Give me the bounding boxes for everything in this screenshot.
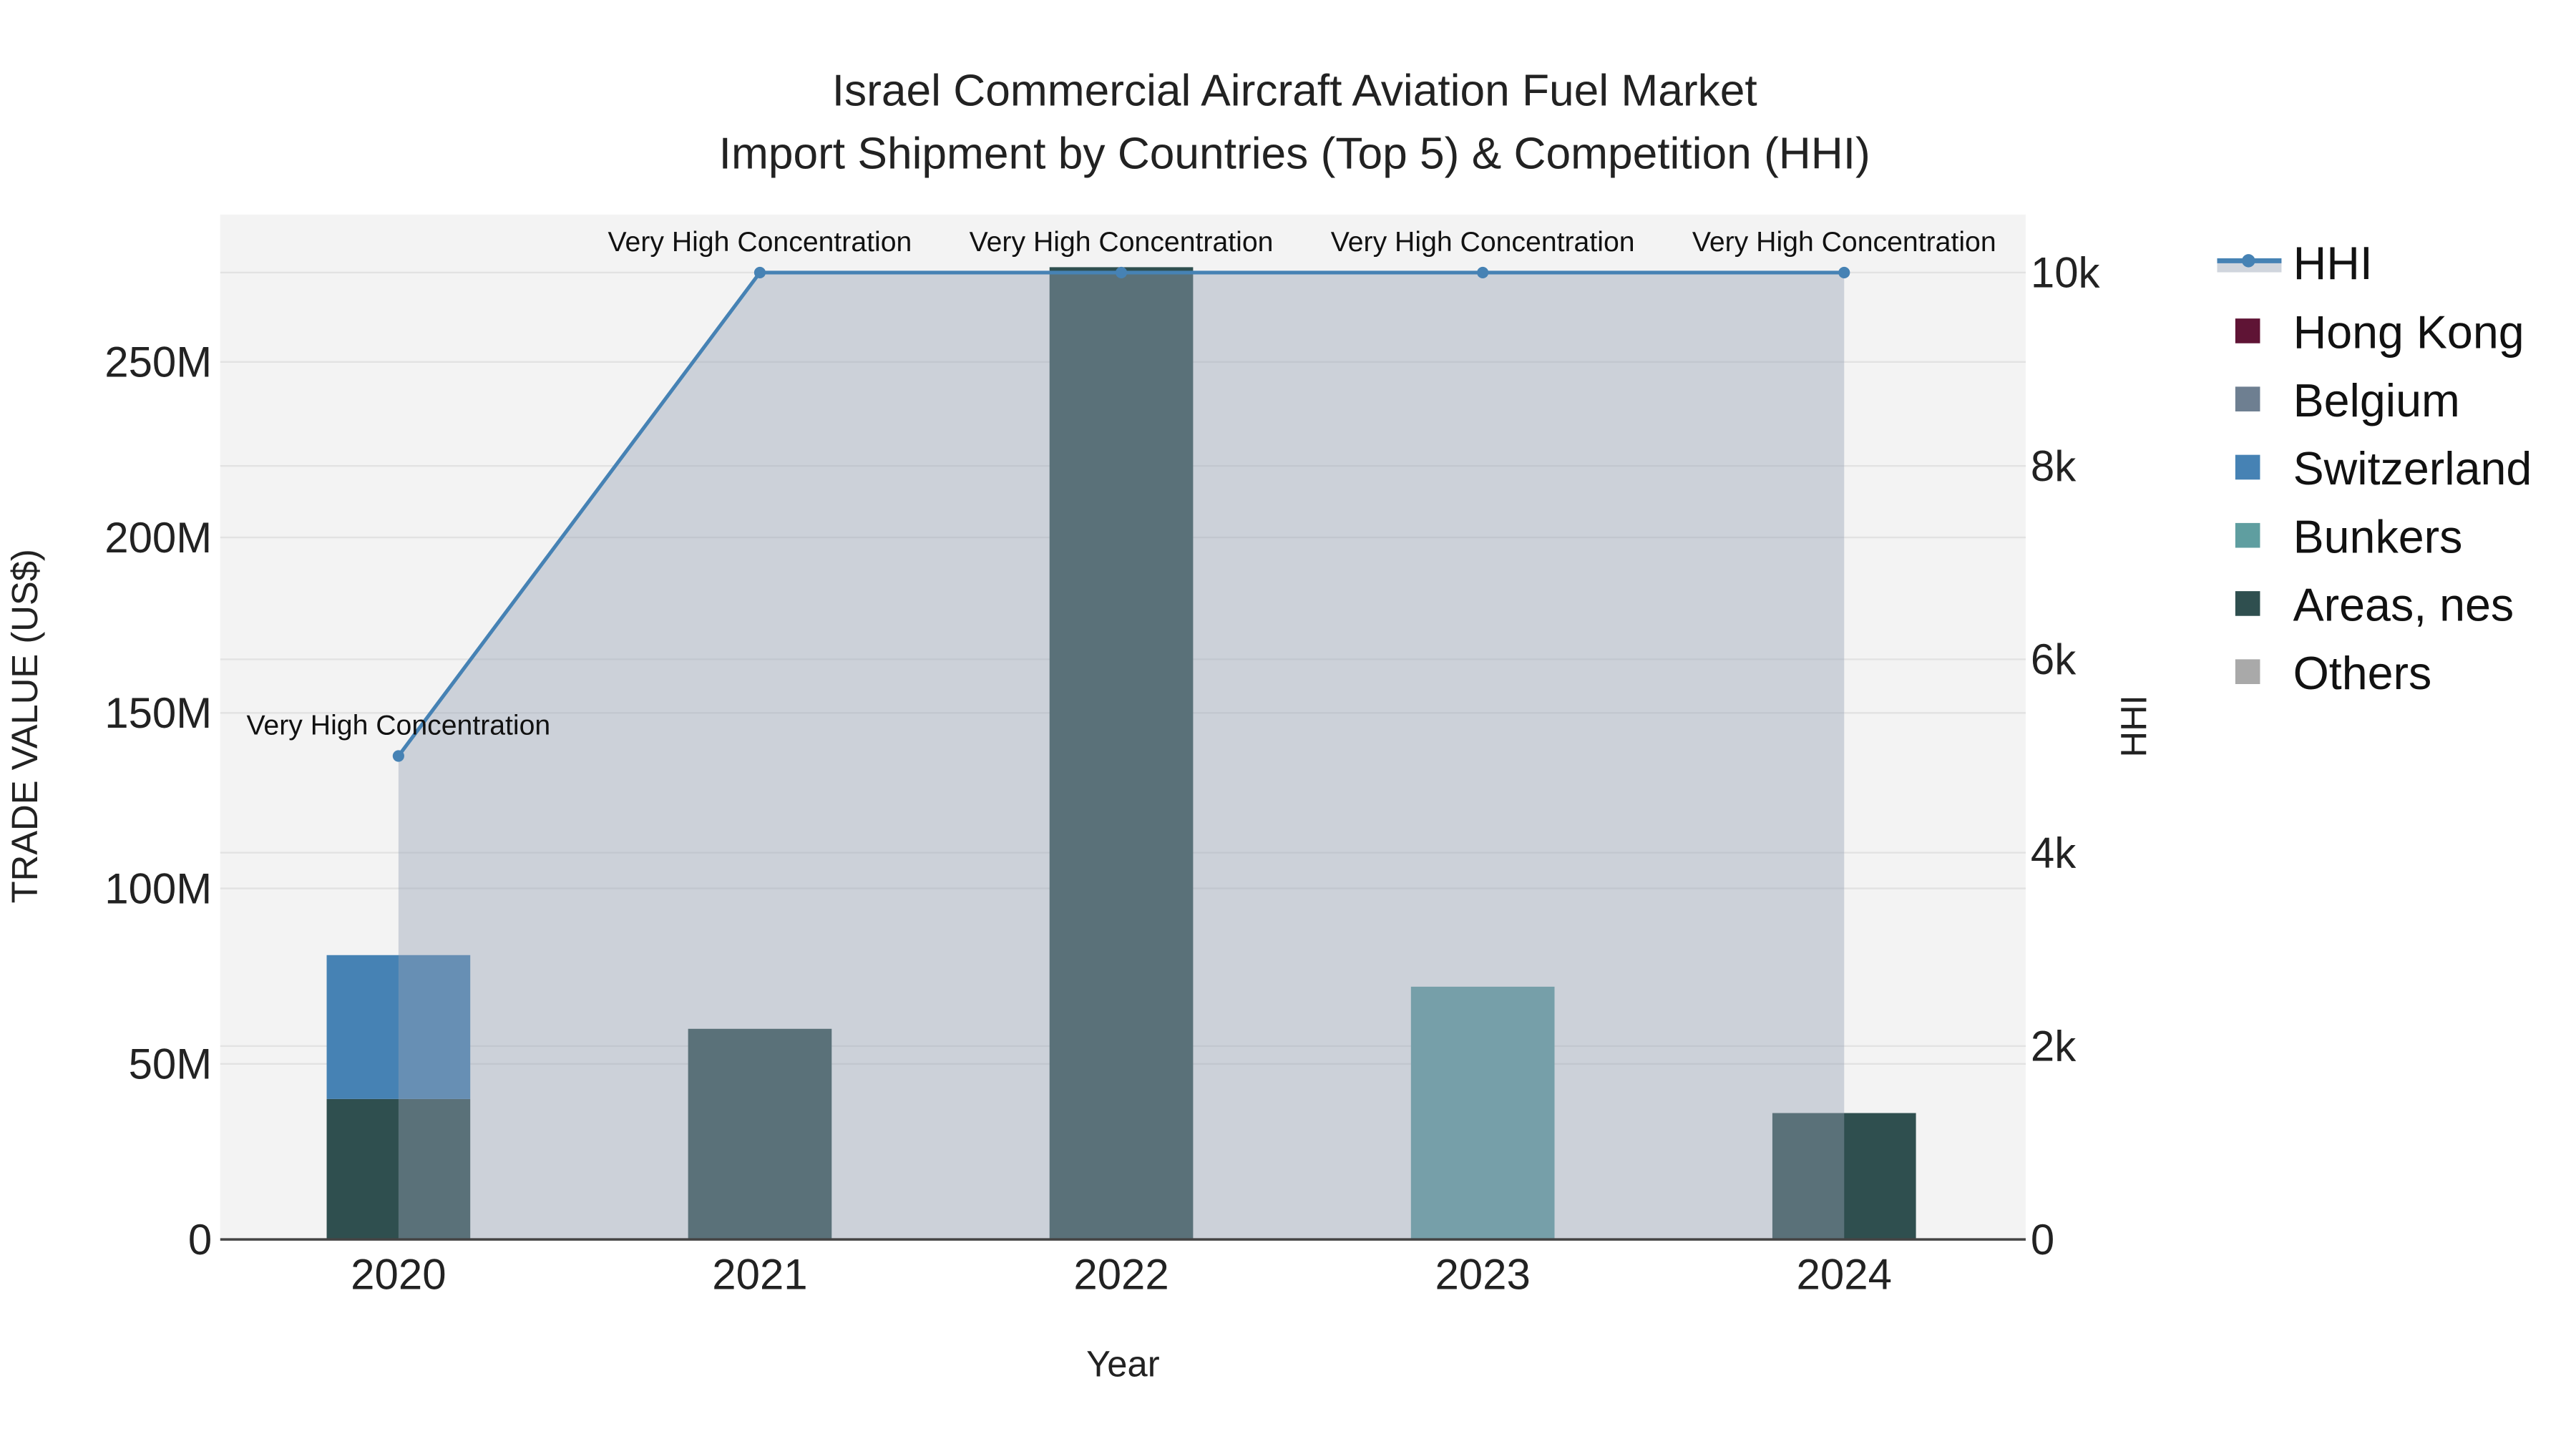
y-tick-label: 200M <box>104 514 212 562</box>
legend-label-hhi: HHI <box>2293 238 2373 289</box>
hhi-annotation: Very High Concentration <box>970 227 1274 258</box>
legend-label-hong-kong: Hong Kong <box>2293 307 2524 358</box>
legend-swatch-bunkers <box>2235 522 2260 548</box>
x-tick-label: 2022 <box>1073 1250 1169 1298</box>
hhi-point-2023 <box>1477 266 1489 278</box>
legend-swatch-switzerland <box>2235 454 2260 480</box>
legend-label-switzerland: Switzerland <box>2293 443 2532 494</box>
y-tick-label: 0 <box>188 1216 212 1264</box>
chart: Very High Concentration Very High Concent… <box>4 67 2532 1385</box>
legend-label-belgium: Belgium <box>2293 375 2460 426</box>
hhi-annotation: Very High Concentration <box>608 227 912 258</box>
hhi-point-2021 <box>753 266 766 278</box>
x-tick-label: 2024 <box>1797 1250 1892 1298</box>
y2-tick-label: 8k <box>2031 442 2077 490</box>
legend-label-areas-nes: Areas, nes <box>2293 580 2514 631</box>
legend-label-others: Others <box>2293 648 2432 699</box>
hhi-annotation: Very High Concentration <box>1692 227 1996 258</box>
y2-tick-label: 4k <box>2031 829 2077 877</box>
hhi-point-2020 <box>392 750 404 762</box>
legend: HHI Hong Kong Belgium Switzerland Bunkers Are… <box>2217 238 2532 699</box>
x-axis-title: Year <box>1086 1344 1160 1385</box>
y2-axis-title: HHI <box>2113 695 2154 757</box>
x-tick-label: 2023 <box>1435 1250 1530 1298</box>
legend-swatch-belgium <box>2235 386 2260 411</box>
hhi-annotation: Very High Concentration <box>246 711 550 741</box>
legend-swatch-others <box>2235 659 2260 684</box>
y-tick-label: 250M <box>104 338 212 386</box>
y2-tick-label: 6k <box>2031 635 2077 683</box>
chart-title-line2: Import Shipment by Countries (Top 5) & C… <box>719 129 1870 178</box>
hhi-point-2022 <box>1115 266 1128 278</box>
hhi-annotation: Very High Concentration <box>1331 227 1635 258</box>
legend-swatch-hong-kong <box>2235 318 2260 343</box>
legend-swatch-areas-nes <box>2235 591 2260 616</box>
chart-title-line1: Israel Commercial Aircraft Aviation Fuel… <box>832 67 1757 116</box>
x-tick-label: 2021 <box>712 1250 807 1298</box>
legend-label-bunkers: Bunkers <box>2293 511 2463 562</box>
y-tick-label: 100M <box>104 864 212 912</box>
legend-hhi-marker <box>2242 254 2255 268</box>
x-tick-label: 2020 <box>351 1250 446 1298</box>
y2-tick-label: 10k <box>2031 249 2101 297</box>
y2-tick-label: 2k <box>2031 1023 2077 1070</box>
y-tick-label: 50M <box>129 1040 213 1088</box>
y-tick-label: 150M <box>104 689 212 737</box>
hhi-point-2024 <box>1838 266 1850 278</box>
y2-tick-label: 0 <box>2031 1216 2054 1264</box>
y-axis-title: TRADE VALUE (US$) <box>4 549 45 903</box>
